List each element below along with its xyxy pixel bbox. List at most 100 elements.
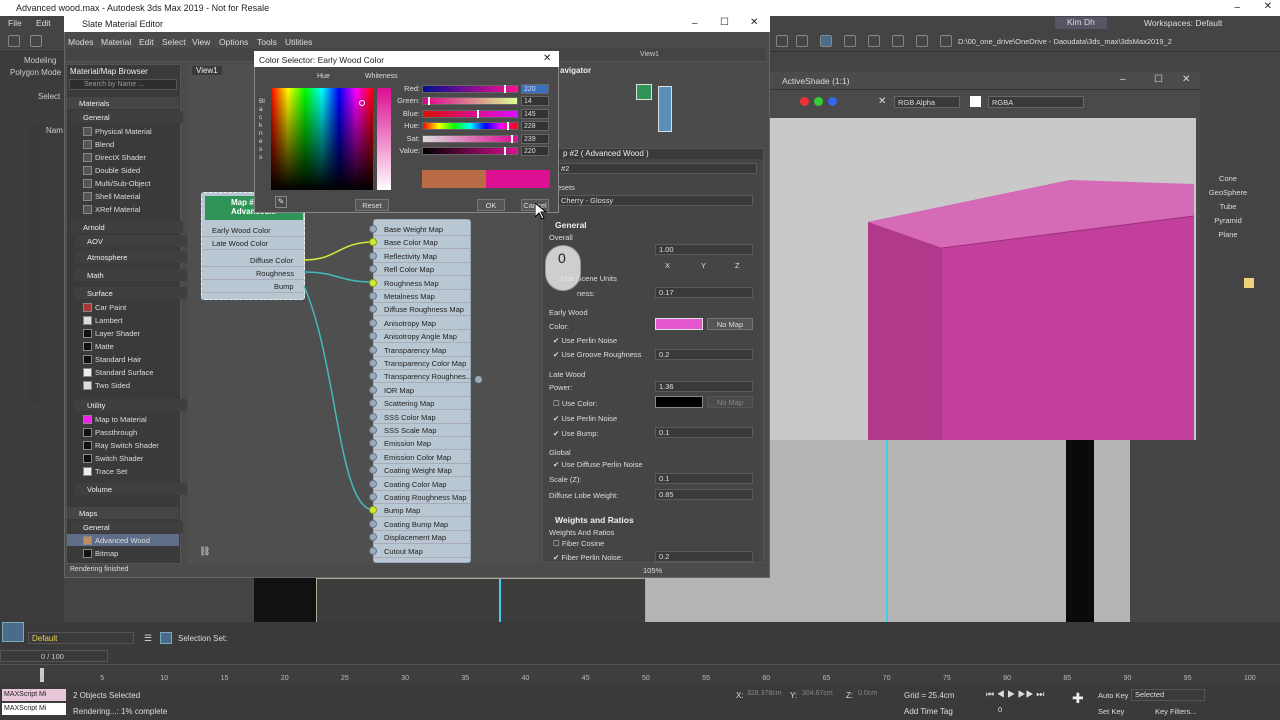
- reset-button[interactable]: Reset: [355, 199, 389, 211]
- toolbar-icon[interactable]: [844, 35, 856, 47]
- node-input-row[interactable]: Emission Map: [369, 437, 470, 451]
- channel-value-field[interactable]: 239: [521, 133, 549, 144]
- node-input-row[interactable]: SSS Color Map: [369, 411, 470, 424]
- view-dropdown[interactable]: View1: [640, 51, 659, 58]
- key-filters-button[interactable]: Key Filters...: [1155, 707, 1197, 716]
- input-socket[interactable]: [369, 305, 377, 314]
- add-time-tag[interactable]: Add Time Tag: [904, 707, 953, 716]
- fiber-perlin-spinner[interactable]: 0.2: [655, 551, 753, 562]
- maximize-icon[interactable]: ☐: [720, 17, 729, 28]
- group-surface[interactable]: Surface: [75, 287, 187, 299]
- layers-icon[interactable]: ☰: [144, 633, 152, 644]
- toolbar-icon[interactable]: [796, 35, 808, 47]
- browser-item[interactable]: Layer Shader: [67, 327, 179, 339]
- create-geosphere-button[interactable]: GeoSphere: [1205, 188, 1251, 200]
- sme-menu-edit[interactable]: Edit: [139, 37, 154, 47]
- input-socket[interactable]: [369, 265, 377, 274]
- browser-item[interactable]: Double Sided: [67, 164, 179, 176]
- current-frame-field[interactable]: 0: [996, 705, 1036, 716]
- layer-icon[interactable]: [2, 622, 24, 642]
- eyedropper-icon[interactable]: ✎: [275, 196, 287, 208]
- node-input-row[interactable]: Emission Color Map: [369, 451, 470, 464]
- input-socket[interactable]: [369, 345, 377, 354]
- channel-slider[interactable]: [422, 122, 518, 131]
- channel-value-field[interactable]: 220: [521, 146, 549, 156]
- scale-spinner[interactable]: 1.00: [655, 244, 753, 255]
- browser-item[interactable]: Ray Switch Shader: [67, 439, 179, 451]
- input-socket[interactable]: [369, 385, 377, 394]
- channel-slider[interactable]: [422, 134, 518, 143]
- browser-item[interactable]: Blend: [67, 138, 179, 150]
- input-socket[interactable]: [369, 332, 377, 341]
- node-input-row[interactable]: Bump Map: [369, 504, 470, 518]
- minimize-icon[interactable]: –: [692, 18, 698, 29]
- toolbar-icon[interactable]: [892, 35, 904, 47]
- input-socket[interactable]: [369, 399, 377, 408]
- browser-item[interactable]: Matte: [67, 340, 179, 352]
- sme-menu-utilities[interactable]: Utilities: [285, 37, 312, 47]
- node-input-row[interactable]: Coating Weight Map: [369, 464, 470, 478]
- white-swatch[interactable]: [970, 96, 981, 107]
- group-maps-general[interactable]: General: [71, 521, 183, 533]
- layer-dropdown[interactable]: Default: [28, 632, 134, 644]
- input-socket[interactable]: [369, 506, 377, 515]
- map-name-field[interactable]: #2: [557, 163, 757, 174]
- node-input-row[interactable]: Transparency Map: [369, 344, 470, 357]
- channel-slider[interactable]: [422, 109, 518, 118]
- node-input-row[interactable]: SSS Scale Map: [369, 424, 470, 437]
- input-socket[interactable]: [369, 493, 377, 501]
- scale-z-spinner[interactable]: 0.1: [655, 473, 753, 484]
- auto-key-button[interactable]: Auto Key: [1098, 691, 1128, 700]
- toolbar-icon[interactable]: [820, 35, 832, 47]
- input-socket[interactable]: [369, 238, 377, 247]
- late-wood-color-swatch[interactable]: [655, 396, 703, 408]
- sme-menu-tools[interactable]: Tools: [257, 37, 277, 47]
- fiber-perlin-checkbox[interactable]: ✔ Fiber Perlin Noise:: [553, 553, 623, 562]
- section-general[interactable]: General: [555, 220, 587, 230]
- input-socket[interactable]: [369, 479, 377, 488]
- channel-value-field[interactable]: 145: [521, 108, 549, 119]
- diffuse-lobe-spinner[interactable]: 0.85: [655, 489, 753, 500]
- browser-item[interactable]: Physical Material: [67, 125, 179, 137]
- browser-item[interactable]: Two Sided: [67, 379, 179, 391]
- use-bump-checkbox[interactable]: ✔ Use Bump:: [553, 429, 598, 438]
- node-input-row[interactable]: Transparency Color Map: [369, 357, 470, 370]
- browser-item[interactable]: XRef Material: [67, 203, 179, 215]
- browser-item[interactable]: Switch Shader: [67, 452, 179, 464]
- node-input-row[interactable]: Diffuse Roughness Map: [369, 303, 470, 317]
- close-icon[interactable]: ✕: [543, 53, 551, 64]
- browser-item[interactable]: DirectX Shader: [67, 151, 179, 163]
- axis-z[interactable]: Z: [735, 261, 740, 270]
- node-input-row[interactable]: IOR Map: [369, 384, 470, 397]
- node-input-row[interactable]: Metalness Map: [369, 290, 470, 303]
- browser-item[interactable]: Passthrough: [67, 426, 179, 438]
- group-utility[interactable]: Utility: [75, 399, 187, 411]
- zoom-field[interactable]: 105%: [643, 566, 662, 575]
- node-input-row[interactable]: Cutout Map: [369, 545, 470, 558]
- power-spinner[interactable]: 1.36: [655, 381, 753, 392]
- slider-handle[interactable]: [511, 134, 514, 143]
- use-perlin-noise-checkbox[interactable]: ✔ Use Perlin Noise: [553, 336, 617, 345]
- create-plane-button[interactable]: Plane: [1205, 230, 1251, 242]
- set-key-button[interactable]: Set Key: [1098, 707, 1124, 716]
- input-socket[interactable]: [369, 546, 377, 555]
- redo-icon[interactable]: [30, 35, 42, 47]
- user-menu[interactable]: Kim Dh: [1055, 17, 1107, 29]
- input-socket[interactable]: [369, 278, 377, 287]
- use-diffuse-perlin-checkbox[interactable]: ✔ Use Diffuse Perlin Noise: [553, 460, 643, 469]
- slider-handle[interactable]: [476, 109, 479, 118]
- input-socket[interactable]: [369, 439, 377, 448]
- roughness-spinner[interactable]: 0.17: [655, 287, 753, 298]
- browser-item[interactable]: Lambert: [67, 314, 179, 326]
- group-aov[interactable]: AOV: [75, 235, 187, 247]
- perspective-viewport[interactable]: [770, 440, 1130, 648]
- channel-value-field[interactable]: 228: [521, 121, 549, 132]
- green-channel-icon[interactable]: [814, 97, 823, 106]
- group-arnold[interactable]: Arnold: [71, 221, 183, 233]
- input-socket[interactable]: [369, 412, 377, 421]
- node-input-row[interactable]: Base Color Map: [369, 236, 470, 250]
- close-icon[interactable]: ✕: [1264, 1, 1272, 12]
- late-wood-map-button[interactable]: No Map: [707, 396, 753, 408]
- playback-controls[interactable]: ⏮ ◀ ▶ ▶▶ ⏭: [986, 689, 1044, 700]
- hue-blackness-picker[interactable]: [271, 88, 373, 190]
